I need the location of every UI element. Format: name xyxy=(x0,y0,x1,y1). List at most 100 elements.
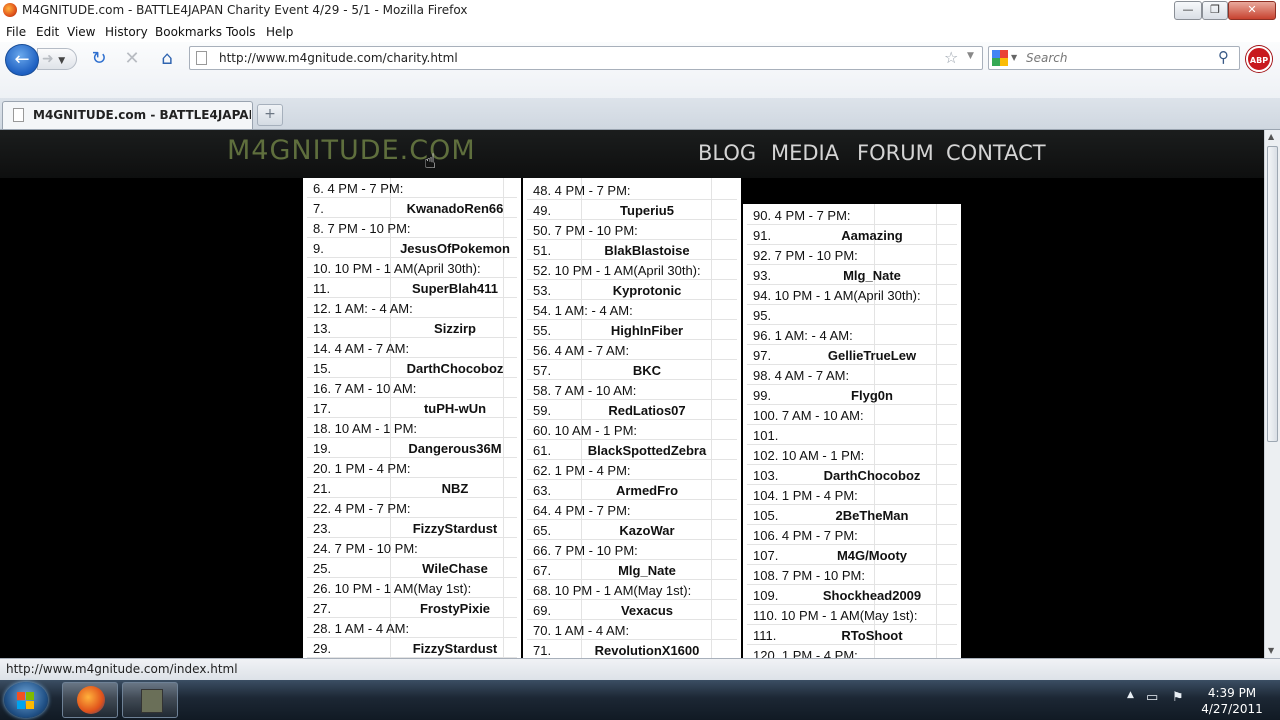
schedule-row: 91. Aamazing xyxy=(743,225,961,245)
schedule-row: 7. KwanadoRen66 xyxy=(303,198,521,218)
nav-forum[interactable]: FORUM xyxy=(857,141,934,165)
url-dropdown-icon[interactable]: ▼ xyxy=(967,51,974,61)
google-icon[interactable] xyxy=(992,50,1008,66)
close-window-button[interactable]: ✕ xyxy=(1228,1,1276,20)
hand-cursor-icon: ☝ xyxy=(424,149,437,173)
schedule-row: 14. 4 AM - 7 AM: xyxy=(303,338,521,358)
schedule-row: 16. 7 AM - 10 AM: xyxy=(303,378,521,398)
back-button[interactable]: ← xyxy=(5,44,39,76)
taskbar xyxy=(0,680,1280,720)
vertical-scrollbar[interactable]: ▲ ▼ xyxy=(1264,130,1280,658)
adblock-plus-icon[interactable]: ABP xyxy=(1246,46,1272,72)
search-icon[interactable]: ⚲ xyxy=(1218,48,1229,66)
slot-label: 96. 1 AM: - 4 AM: xyxy=(753,328,853,343)
player-name: BlakBlastoise xyxy=(604,243,690,258)
start-button[interactable] xyxy=(4,682,48,718)
slot-label: 104. 1 PM - 4 PM: xyxy=(753,488,858,503)
menu-edit[interactable]: Edit xyxy=(36,25,59,39)
slot-label: 21. xyxy=(313,481,332,496)
player-name: NBZ xyxy=(441,481,469,496)
tab-charity[interactable]: M4GNITUDE.com - BATTLE4JAPAN C... xyxy=(2,101,253,129)
slot-label: 59. xyxy=(533,403,552,418)
schedule-row: 102. 10 AM - 1 PM: xyxy=(743,445,961,465)
slot-label: 10. 10 PM - 1 AM(April 30th): xyxy=(313,261,481,276)
app-icon xyxy=(141,689,163,713)
bookmark-star-icon[interactable]: ☆ xyxy=(944,48,958,67)
slot-label: 23. xyxy=(313,521,332,536)
home-icon[interactable]: ⌂ xyxy=(156,48,178,70)
taskbar-firefox[interactable] xyxy=(62,682,118,718)
player-name: GellieTrueLew xyxy=(827,348,917,363)
url-text[interactable]: http://www.m4gnitude.com/charity.html xyxy=(219,51,458,65)
show-hidden-icons-icon[interactable]: ▲ xyxy=(1127,690,1134,700)
slot-label: 53. xyxy=(533,283,552,298)
history-dropdown-icon[interactable]: ▼ xyxy=(58,56,65,66)
nav-blog[interactable]: BLOG xyxy=(698,141,756,165)
schedule-row: 96. 1 AM: - 4 AM: xyxy=(743,325,961,345)
scroll-down-icon[interactable]: ▼ xyxy=(1268,646,1274,655)
player-name: Kyprotonic xyxy=(612,283,682,298)
slot-label: 61. xyxy=(533,443,552,458)
menu-tools[interactable]: Tools xyxy=(226,25,256,39)
schedule-row: 104. 1 PM - 4 PM: xyxy=(743,485,961,505)
scroll-up-icon[interactable]: ▲ xyxy=(1268,132,1274,141)
player-name: WileChase xyxy=(422,561,488,576)
slot-label: 7. xyxy=(313,201,324,216)
player-name: Flyg0n xyxy=(851,388,893,403)
network-icon[interactable]: ▭ xyxy=(1146,690,1158,705)
nav-media[interactable]: MEDIA xyxy=(771,141,839,165)
schedule-row: 90. 4 PM - 7 PM: xyxy=(743,205,961,225)
menu-history[interactable]: History xyxy=(105,25,148,39)
site-header: M4GNITUDE.COM BLOG MEDIA FORUM CONTACT xyxy=(0,130,1264,178)
search-input[interactable]: Search xyxy=(1026,51,1068,65)
site-logo[interactable]: M4GNITUDE.COM xyxy=(227,135,476,166)
nav-contact[interactable]: CONTACT xyxy=(946,141,1046,165)
search-bar[interactable]: ▼ Search ⚲ xyxy=(988,46,1240,70)
schedule-row: 21. NBZ xyxy=(303,478,521,498)
minimize-button[interactable]: — xyxy=(1174,1,1202,20)
schedule-row: 103. DarthChocoboz xyxy=(743,465,961,485)
maximize-button[interactable]: ❐ xyxy=(1202,1,1228,20)
schedule-row: 64. 4 PM - 7 PM: xyxy=(523,500,741,520)
schedule-row: 69. Vexacus xyxy=(523,600,741,620)
slot-label: 108. 7 PM - 10 PM: xyxy=(753,568,865,583)
clock[interactable]: 4:39 PM 4/27/2011 xyxy=(1196,685,1268,717)
scrollbar-thumb[interactable] xyxy=(1267,146,1278,442)
slot-label: 71. xyxy=(533,643,552,658)
stop-icon[interactable]: ✕ xyxy=(121,48,143,70)
menu-help[interactable]: Help xyxy=(266,25,293,39)
slot-label: 62. 1 PM - 4 PM: xyxy=(533,463,631,478)
player-name: JesusOfPokemon xyxy=(400,241,510,256)
player-name: RToShoot xyxy=(841,628,903,643)
clock-time: 4:39 PM xyxy=(1207,686,1257,700)
slot-label: 91. xyxy=(753,228,772,243)
taskbar-app[interactable] xyxy=(122,682,178,718)
schedule-row: 27. FrostyPixie xyxy=(303,598,521,618)
forward-button[interactable]: ➜ ▼ xyxy=(37,48,77,70)
slot-label: 55. xyxy=(533,323,552,338)
schedule-row: 54. 1 AM: - 4 AM: xyxy=(523,300,741,320)
search-engine-dropdown-icon[interactable]: ▼ xyxy=(1011,53,1017,62)
reload-icon[interactable]: ↻ xyxy=(88,48,110,70)
slot-label: 50. 7 PM - 10 PM: xyxy=(533,223,638,238)
slot-label: 111. xyxy=(753,628,777,643)
slot-label: 68. 10 PM - 1 AM(May 1st): xyxy=(533,583,692,598)
new-tab-button[interactable]: + xyxy=(257,104,283,126)
schedule-row: 22. 4 PM - 7 PM: xyxy=(303,498,521,518)
slot-label: 9. xyxy=(313,241,324,256)
action-center-flag-icon[interactable]: ⚑ xyxy=(1172,690,1184,705)
player-name: FrostyPixie xyxy=(419,601,491,616)
menu-file[interactable]: File xyxy=(6,25,26,39)
menu-bookmarks[interactable]: Bookmarks xyxy=(155,25,222,39)
schedule-row: 10. 10 PM - 1 AM(April 30th): xyxy=(303,258,521,278)
player-name: Shockhead2009 xyxy=(822,588,922,603)
url-bar[interactable]: http://www.m4gnitude.com/charity.html ☆ … xyxy=(189,46,983,70)
schedule-row: 58. 7 AM - 10 AM: xyxy=(523,380,741,400)
slot-label: 29. xyxy=(313,641,332,656)
player-name: DarthChocoboz xyxy=(823,468,921,483)
slot-label: 65. xyxy=(533,523,552,538)
schedule-row: 68. 10 PM - 1 AM(May 1st): xyxy=(523,580,741,600)
menu-view[interactable]: View xyxy=(67,25,95,39)
slot-label: 6. 4 PM - 7 PM: xyxy=(313,181,404,196)
schedule-row: 13. Sizzirp xyxy=(303,318,521,338)
